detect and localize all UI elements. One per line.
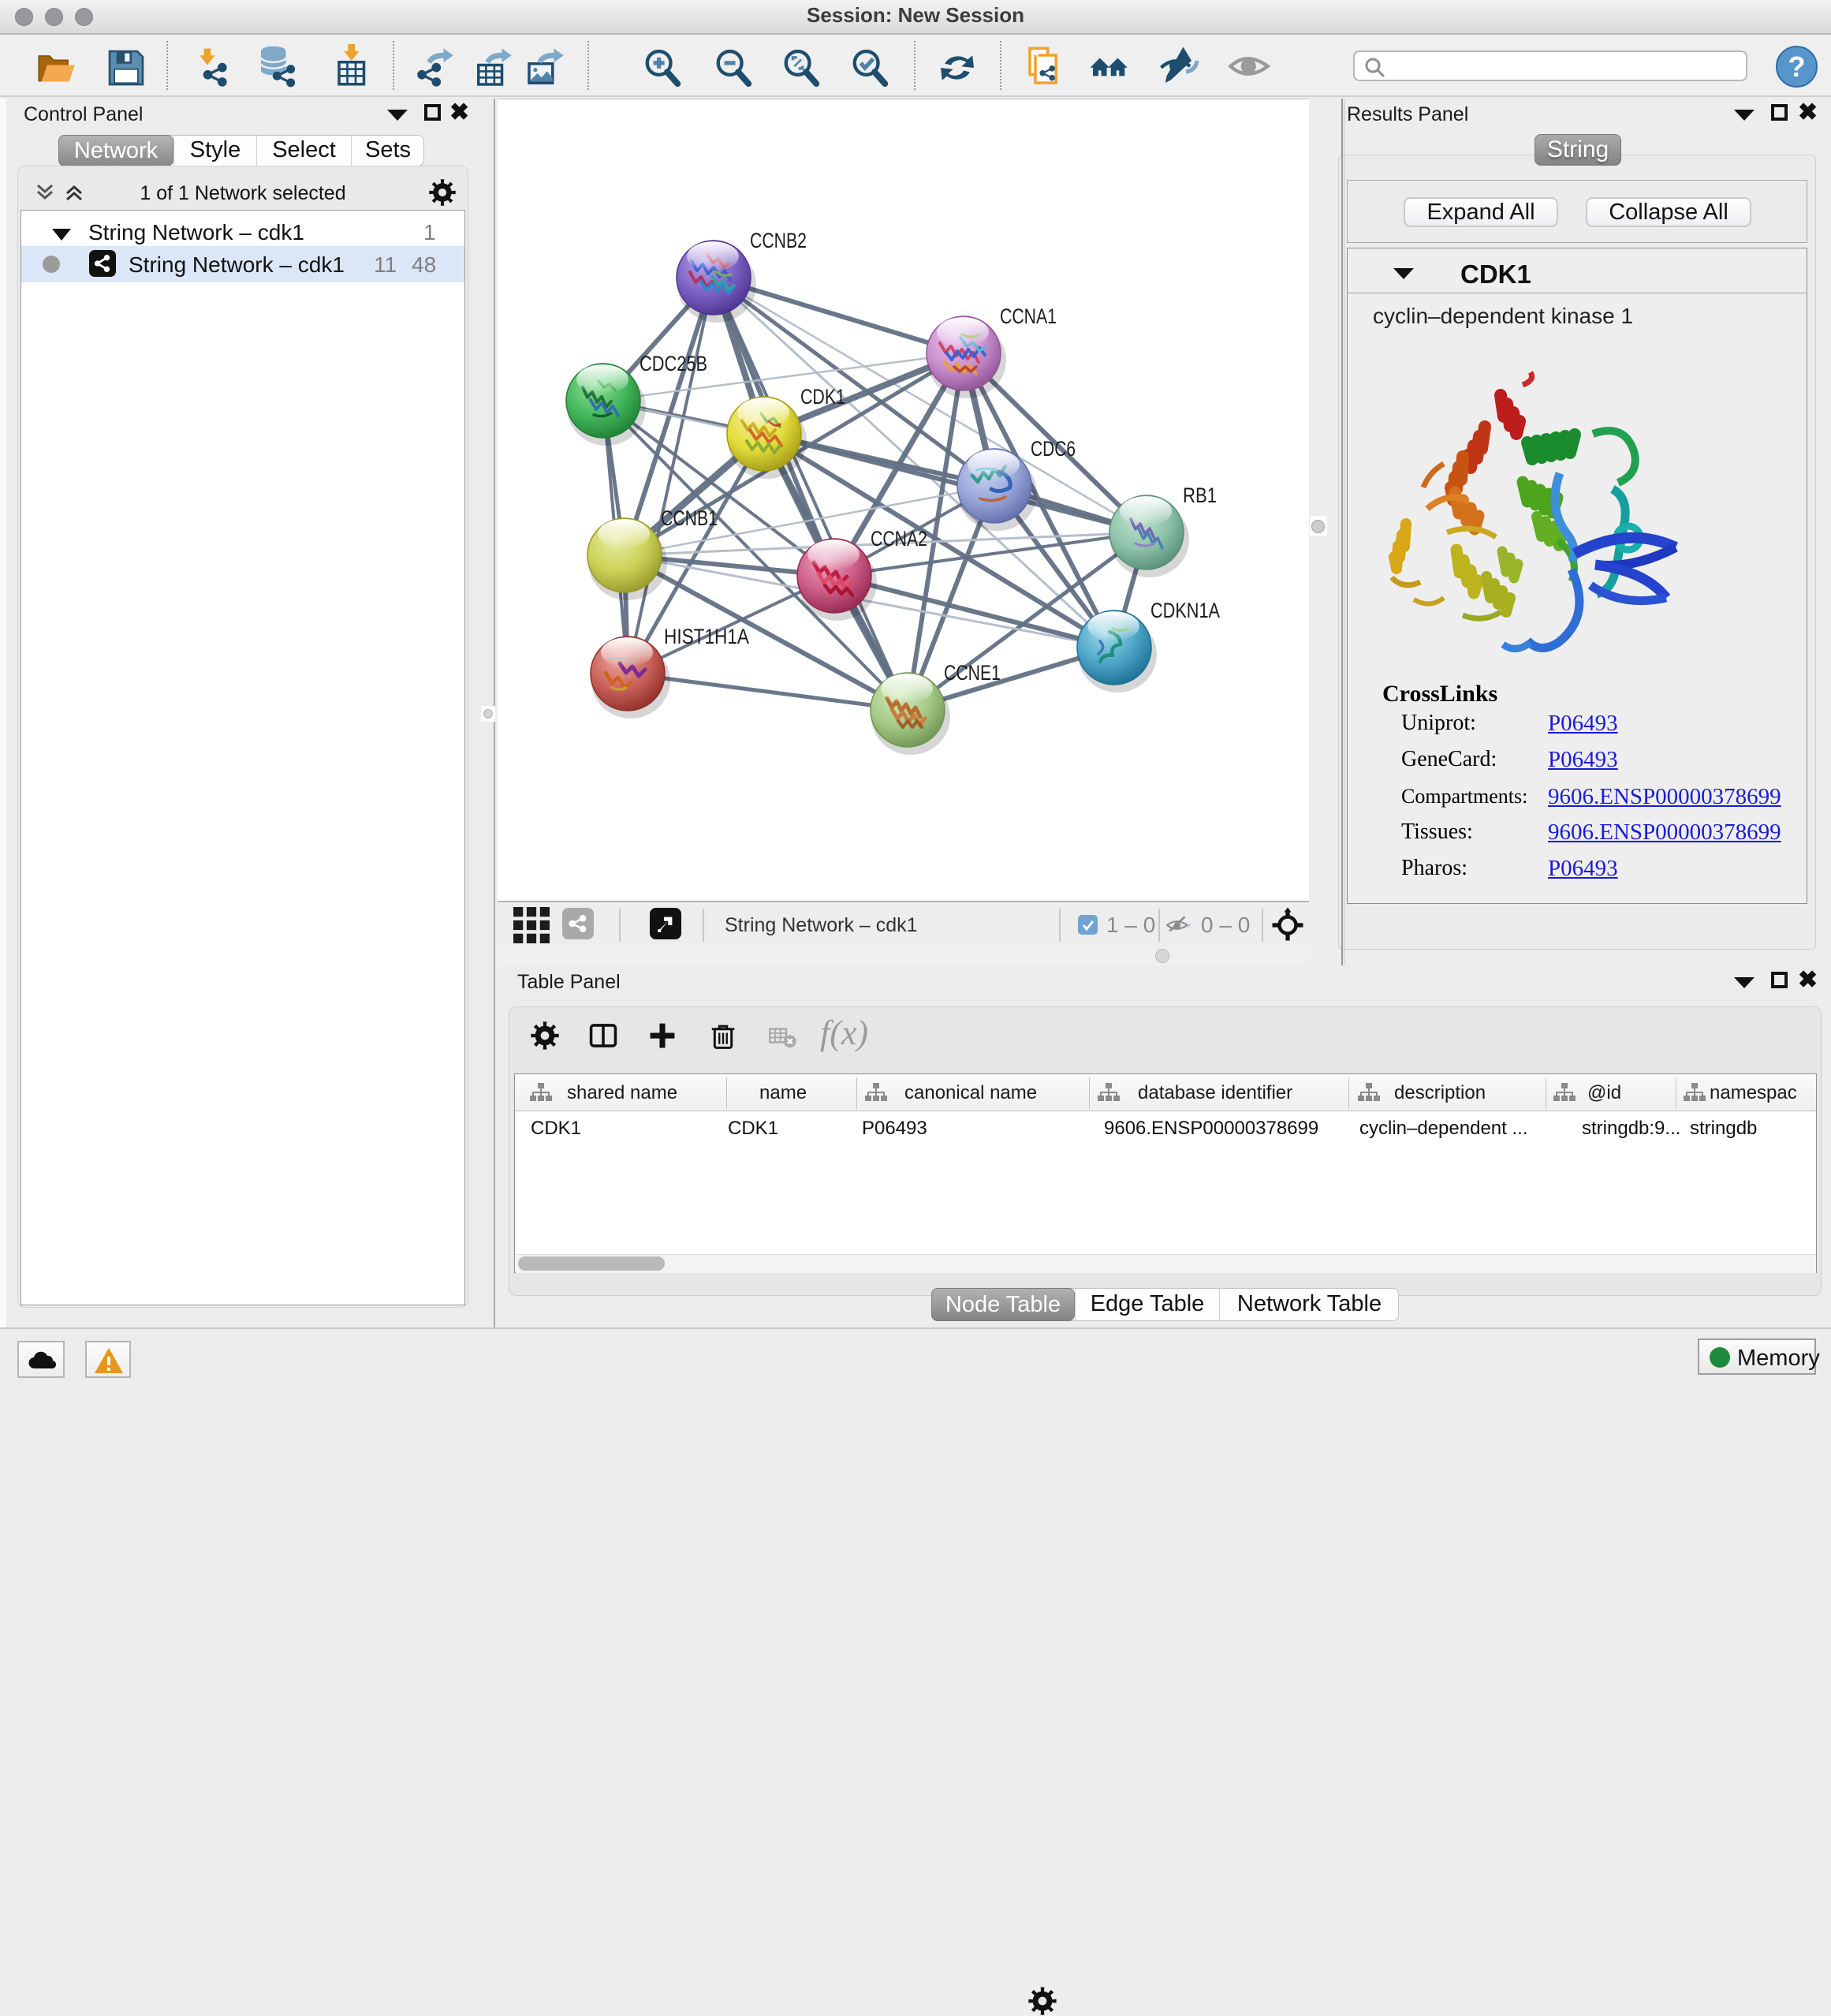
svg-text:CDC25B: CDC25B — [640, 352, 707, 375]
svg-text:CDC6: CDC6 — [1031, 437, 1076, 461]
svg-text:CCNA1: CCNA1 — [1000, 304, 1057, 328]
svg-text:CCNE1: CCNE1 — [944, 661, 1001, 685]
svg-text:CCNB1: CCNB1 — [661, 506, 718, 530]
svg-text:CDK1: CDK1 — [800, 385, 845, 409]
svg-text:CCNA2: CCNA2 — [871, 527, 927, 551]
svg-text:CCNB2: CCNB2 — [750, 229, 807, 252]
svg-text:CDKN1A: CDKN1A — [1150, 599, 1220, 622]
svg-text:RB1: RB1 — [1183, 483, 1217, 507]
svg-text:HIST1H1A: HIST1H1A — [664, 625, 749, 648]
